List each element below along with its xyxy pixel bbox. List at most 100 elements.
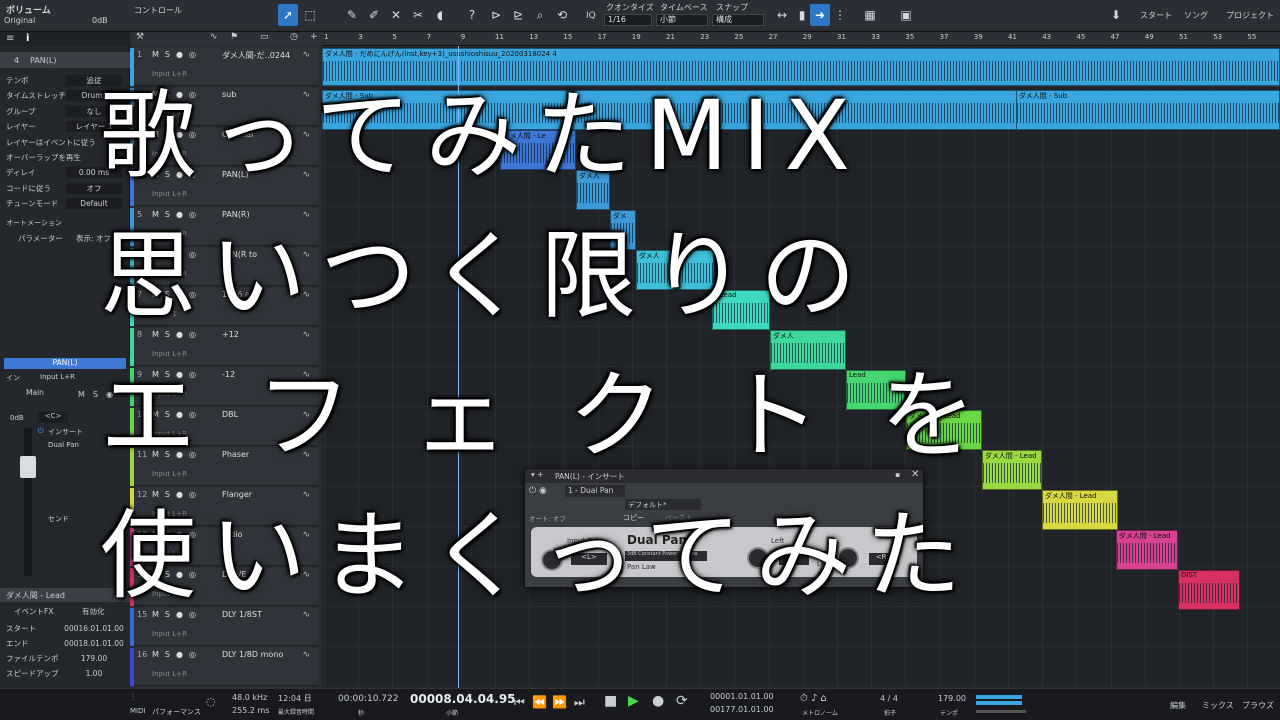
snap-select[interactable]: 構成: [712, 14, 764, 26]
loop-edit-icon[interactable]: ⟲: [552, 4, 572, 26]
project-page-button[interactable]: プロジェクト: [1226, 10, 1274, 21]
arrow-tool-icon[interactable]: ➚: [278, 4, 298, 26]
goto-start-icon[interactable]: ⏮: [514, 695, 525, 710]
snap-toggle-icon[interactable]: ↔: [772, 4, 792, 26]
fader-handle[interactable]: [20, 456, 36, 478]
goto-end-icon[interactable]: ⏭: [574, 695, 585, 710]
plugin-power-icon[interactable]: ⏻ ◉: [529, 486, 547, 496]
play-icon[interactable]: ▶: [628, 693, 639, 709]
event-row-value[interactable]: 1.00: [62, 668, 126, 679]
track-mute-solo-buttons[interactable]: MS●◎: [152, 210, 202, 219]
track-mute-solo-buttons[interactable]: MS●◎: [152, 650, 202, 659]
track-mute-solo-buttons[interactable]: MS●◎: [152, 490, 202, 499]
timebase-select[interactable]: 小節: [656, 14, 708, 26]
snap-grid-icon[interactable]: ▮: [792, 4, 812, 26]
automation-icon[interactable]: ∿: [210, 32, 218, 42]
stop-icon[interactable]: ■: [604, 693, 617, 709]
wrench-icon[interactable]: ⚒: [136, 32, 144, 42]
split-tool-icon[interactable]: ✂: [408, 4, 428, 26]
layout-icon[interactable]: ▣: [896, 4, 916, 26]
event-row-value[interactable]: 179.00: [62, 653, 126, 664]
loop-icon[interactable]: ⟳: [676, 693, 688, 709]
time-signature[interactable]: 4 / 4: [880, 694, 898, 703]
track-name[interactable]: ダメ人間-だ..0244: [222, 50, 292, 61]
event-row-value[interactable]: 00016.01.01.00: [62, 623, 126, 634]
track-input[interactable]: Input L+R: [152, 70, 187, 78]
song-page-button[interactable]: ソング: [1184, 10, 1208, 21]
inspector-row-label: グループ: [6, 106, 36, 116]
nudge-left-icon[interactable]: ⊳: [486, 4, 506, 26]
inspector-row[interactable]: チューンモード Default: [0, 195, 130, 210]
autoscroll-icon[interactable]: ⋮: [830, 4, 850, 26]
track-input[interactable]: Input L+R: [152, 630, 187, 638]
rewind-icon[interactable]: ⏪: [532, 695, 547, 709]
listen-tool-icon[interactable]: ◖: [430, 4, 450, 26]
ruler-tick: 55: [1247, 33, 1257, 41]
edit-view-button[interactable]: 編集: [1170, 700, 1186, 711]
forward-icon[interactable]: ⏩: [552, 695, 567, 709]
time-bars[interactable]: 00008.04.04.95: [410, 692, 516, 706]
ruler-tick: 29: [802, 33, 812, 41]
folder-icon[interactable]: ▭: [260, 32, 269, 42]
control-dropdown[interactable]: コントロール: [134, 5, 182, 16]
timeline-ruler[interactable]: 1 3 5 7 9 11 13 15 17 19 21 23 25 27 29 31 33 35 37 39 41 43 4…: [322, 32, 1280, 46]
audio-event[interactable]: ダメ人間 - Lead: [1116, 530, 1178, 570]
master-volume-slider[interactable]: [976, 710, 1026, 713]
help-icon[interactable]: ?: [462, 4, 482, 26]
event-row[interactable]: スタート 00016.01.01.00: [0, 620, 130, 635]
menu-icon[interactable]: ≡: [6, 33, 14, 44]
track-name[interactable]: Flanger: [222, 490, 292, 499]
performance-icon[interactable]: ◌: [206, 695, 216, 708]
tempo[interactable]: 179.00: [938, 694, 966, 703]
paint-tool-icon[interactable]: ✐: [364, 4, 384, 26]
plugin-slot-select[interactable]: 1 - Dual Pan: [565, 485, 625, 497]
add-track-icon[interactable]: +: [310, 32, 318, 42]
ruler-tick: 33: [871, 33, 881, 41]
track-input[interactable]: Input L+R: [152, 350, 187, 358]
grid-view-icon[interactable]: ▦: [860, 4, 880, 26]
overlay-line-1: 歌ってみたMIX: [100, 80, 865, 192]
record-icon[interactable]: ●: [652, 693, 664, 709]
mixer-pan-value[interactable]: <C>: [38, 412, 68, 423]
eraser-tool-icon[interactable]: ✎: [342, 4, 362, 26]
iq-label[interactable]: IQ: [586, 11, 596, 21]
start-page-button[interactable]: スタート: [1140, 10, 1172, 21]
nudge-right-icon[interactable]: ⊵: [508, 4, 528, 26]
track-name[interactable]: PAN(R): [222, 210, 292, 219]
inspector-track-header[interactable]: 4 PAN(L): [0, 52, 130, 68]
audio-event[interactable]: DIST: [1178, 570, 1240, 610]
toolbar-volume[interactable]: 0dB: [92, 16, 108, 25]
quantize-select[interactable]: 1/16: [604, 14, 652, 26]
midi-monitor-icon[interactable]: ⫶: [132, 693, 134, 703]
insert-plugin[interactable]: Dual Pan: [48, 441, 79, 449]
audio-event[interactable]: ダメ人間 - Lead: [1042, 490, 1118, 530]
event-row[interactable]: スピードアップ 1.00: [0, 665, 130, 680]
track-row[interactable]: 16 MS●◎ DLY 1/8D mono Input L+R ∿: [130, 648, 318, 686]
track-mute-solo-buttons[interactable]: MS●◎: [152, 50, 202, 59]
time-seconds[interactable]: 00:00:10.722: [338, 694, 398, 704]
audio-event[interactable]: ダメ人間 - Sub: [1016, 90, 1280, 130]
browse-view-button[interactable]: ブラウズ: [1242, 700, 1274, 711]
flag-icon[interactable]: ⚑: [230, 32, 238, 42]
metronome-icon[interactable]: ⏱ ♪ ⌂: [800, 693, 827, 704]
download-icon[interactable]: ⬇: [1106, 4, 1126, 26]
mix-view-button[interactable]: ミックス: [1202, 700, 1234, 711]
insert-power-icon[interactable]: ⏻: [38, 427, 44, 436]
zoom-icon[interactable]: ⌕: [530, 4, 550, 26]
inspector-row-value[interactable]: Default: [66, 198, 122, 210]
timer-icon[interactable]: ◷: [290, 32, 298, 42]
event-row-value[interactable]: 00018.01.01.00: [62, 638, 126, 649]
track-input[interactable]: Input L+R: [152, 670, 187, 678]
mixer-input-select[interactable]: Input L+R: [40, 373, 75, 381]
info-icon[interactable]: i: [26, 33, 29, 44]
mixer-output-select[interactable]: Main: [26, 388, 44, 397]
track-row[interactable]: 15 MS●◎ DLY 1/8ST Input L+R ∿: [130, 608, 318, 646]
event-row[interactable]: ファイルテンポ 179.00: [0, 650, 130, 665]
loop-start[interactable]: 00001.01.01.00: [710, 692, 774, 701]
event-row[interactable]: エンド 00018.01.01.00: [0, 635, 130, 650]
track-name[interactable]: DLY 1/8D mono: [222, 650, 292, 659]
range-tool-icon[interactable]: ⬚: [300, 4, 320, 26]
mute-tool-icon[interactable]: ✕: [386, 4, 406, 26]
loop-end[interactable]: 00177.01.01.00: [710, 705, 774, 714]
follow-icon[interactable]: ➜: [810, 4, 830, 26]
